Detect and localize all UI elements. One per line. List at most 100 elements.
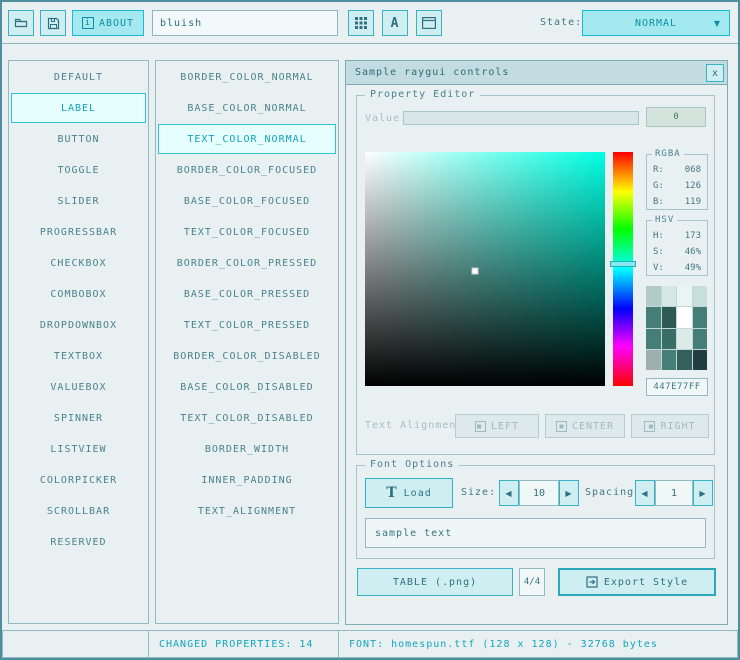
export-icon <box>586 576 598 588</box>
controls-list-item[interactable]: COLORPICKER <box>11 465 146 495</box>
picker-cursor[interactable] <box>472 268 479 275</box>
properties-list-item[interactable]: TEXT_COLOR_FOCUSED <box>158 217 336 247</box>
green-label: G: <box>653 179 664 193</box>
arrow-left-icon: ◀ <box>641 489 648 498</box>
palette-swatch[interactable] <box>646 350 661 370</box>
controls-list-item[interactable]: SPINNER <box>11 403 146 433</box>
align-left-button[interactable]: LEFT <box>455 414 539 438</box>
green-value: 126 <box>685 179 701 193</box>
align-center-icon <box>556 421 567 432</box>
properties-list-item[interactable]: BASE_COLOR_NORMAL <box>158 93 336 123</box>
font-load-icon: T <box>386 487 397 499</box>
window-preview-button[interactable] <box>416 10 442 36</box>
hex-value-box[interactable]: 447E77FF <box>646 378 708 396</box>
sample-window-titlebar[interactable]: Sample raygui controls x <box>346 61 727 85</box>
hue-label: H: <box>653 229 664 243</box>
palette-swatch[interactable] <box>677 329 692 349</box>
spacing-increase-button[interactable]: ▶ <box>693 480 713 506</box>
align-right-label: RIGHT <box>660 421 695 432</box>
palette-swatch[interactable] <box>693 286 708 306</box>
palette-swatch[interactable] <box>662 350 677 370</box>
controls-list-item[interactable]: SCROLLBAR <box>11 496 146 526</box>
properties-list-item[interactable]: BORDER_COLOR_DISABLED <box>158 341 336 371</box>
save-style-button[interactable] <box>40 10 66 36</box>
properties-list-item[interactable]: BORDER_WIDTH <box>158 434 336 464</box>
palette-swatch[interactable] <box>662 286 677 306</box>
properties-list-item[interactable]: BORDER_COLOR_PRESSED <box>158 248 336 278</box>
palette-swatch[interactable] <box>662 329 677 349</box>
size-label: Size: <box>461 487 496 498</box>
controls-list: DEFAULTLABELBUTTONTOGGLESLIDERPROGRESSBA… <box>8 60 149 624</box>
properties-list-item[interactable]: BASE_COLOR_PRESSED <box>158 279 336 309</box>
open-style-button[interactable] <box>8 10 34 36</box>
export-table-button[interactable]: TABLE (.png) <box>357 568 513 596</box>
controls-list-item[interactable]: TEXTBOX <box>11 341 146 371</box>
statusbar-font-info: FONT: homespun.ttf (128 x 128) - 32768 b… <box>338 630 738 658</box>
palette-swatch[interactable] <box>677 307 692 327</box>
hue-bar[interactable] <box>613 152 633 386</box>
properties-list-item[interactable]: TEXT_COLOR_NORMAL <box>158 124 336 154</box>
controls-list-item[interactable]: VALUEBOX <box>11 372 146 402</box>
controls-list-item[interactable]: CHECKBOX <box>11 248 146 278</box>
red-label: R: <box>653 163 664 177</box>
controls-list-item[interactable]: DEFAULT <box>11 62 146 92</box>
export-style-button[interactable]: Export Style <box>558 568 716 596</box>
hue-value: 173 <box>685 229 701 243</box>
controls-list-item[interactable]: COMBOBOX <box>11 279 146 309</box>
palette-swatch[interactable] <box>646 307 661 327</box>
properties-list-item[interactable]: BASE_COLOR_DISABLED <box>158 372 336 402</box>
style-table-button[interactable] <box>348 10 374 36</box>
size-value-box[interactable]: 10 <box>519 480 559 506</box>
blue-value: 119 <box>685 195 701 209</box>
close-button[interactable]: x <box>706 64 724 82</box>
property-editor-group: Property Editor Value: 0 RGBA R: 068 G: … <box>356 95 715 455</box>
hue-slider[interactable] <box>610 261 636 267</box>
controls-list-item[interactable]: SLIDER <box>11 186 146 216</box>
state-dropdown[interactable]: NORMAL ▼ <box>582 10 730 36</box>
size-decrease-button[interactable]: ◀ <box>499 480 519 506</box>
properties-list-item[interactable]: BORDER_COLOR_NORMAL <box>158 62 336 92</box>
font-load-button[interactable]: T Load <box>365 478 453 508</box>
spacing-value-box[interactable]: 1 <box>655 480 693 506</box>
saturation-value: 46% <box>685 245 701 259</box>
controls-list-item[interactable]: BUTTON <box>11 124 146 154</box>
sample-window-title: Sample raygui controls <box>355 67 509 78</box>
align-center-button[interactable]: CENTER <box>545 414 625 438</box>
controls-list-item[interactable]: LISTVIEW <box>11 434 146 464</box>
palette-swatch[interactable] <box>677 350 692 370</box>
controls-list-item[interactable]: TOGGLE <box>11 155 146 185</box>
align-right-button[interactable]: RIGHT <box>631 414 709 438</box>
palette-swatch[interactable] <box>693 307 708 327</box>
properties-list-item[interactable]: BORDER_COLOR_FOCUSED <box>158 155 336 185</box>
controls-list-item[interactable]: LABEL <box>11 93 146 123</box>
spacing-decrease-button[interactable]: ◀ <box>635 480 655 506</box>
font-a-icon: A <box>391 16 400 31</box>
arrow-right-icon: ▶ <box>565 489 572 498</box>
info-icon: i <box>82 17 94 29</box>
palette-swatch[interactable] <box>646 286 661 306</box>
properties-list-item[interactable]: TEXT_ALIGNMENT <box>158 496 336 526</box>
value-label: Value: <box>365 113 407 124</box>
palette-swatch[interactable] <box>693 350 708 370</box>
controls-list-item[interactable]: DROPDOWNBOX <box>11 310 146 340</box>
properties-list-item[interactable]: TEXT_COLOR_PRESSED <box>158 310 336 340</box>
blue-label: B: <box>653 195 664 209</box>
controls-list-item[interactable]: RESERVED <box>11 527 146 557</box>
about-button[interactable]: i ABOUT <box>72 10 144 36</box>
properties-list-item[interactable]: TEXT_COLOR_DISABLED <box>158 403 336 433</box>
sample-text-box[interactable]: sample text <box>365 518 706 548</box>
properties-list-item[interactable]: INNER_PADDING <box>158 465 336 495</box>
style-name-input[interactable] <box>152 10 338 36</box>
font-button[interactable]: A <box>382 10 408 36</box>
rgba-red-row: R: 068 <box>647 162 707 178</box>
palette-swatch[interactable] <box>646 329 661 349</box>
value-slider[interactable] <box>403 111 639 125</box>
controls-list-item[interactable]: PROGRESSBAR <box>11 217 146 247</box>
color-picker[interactable] <box>365 152 605 386</box>
palette-swatch[interactable] <box>677 286 692 306</box>
size-increase-button[interactable]: ▶ <box>559 480 579 506</box>
properties-list-item[interactable]: BASE_COLOR_FOCUSED <box>158 186 336 216</box>
palette-swatch[interactable] <box>662 307 677 327</box>
rgba-label: RGBA <box>652 149 684 159</box>
palette-swatch[interactable] <box>693 329 708 349</box>
